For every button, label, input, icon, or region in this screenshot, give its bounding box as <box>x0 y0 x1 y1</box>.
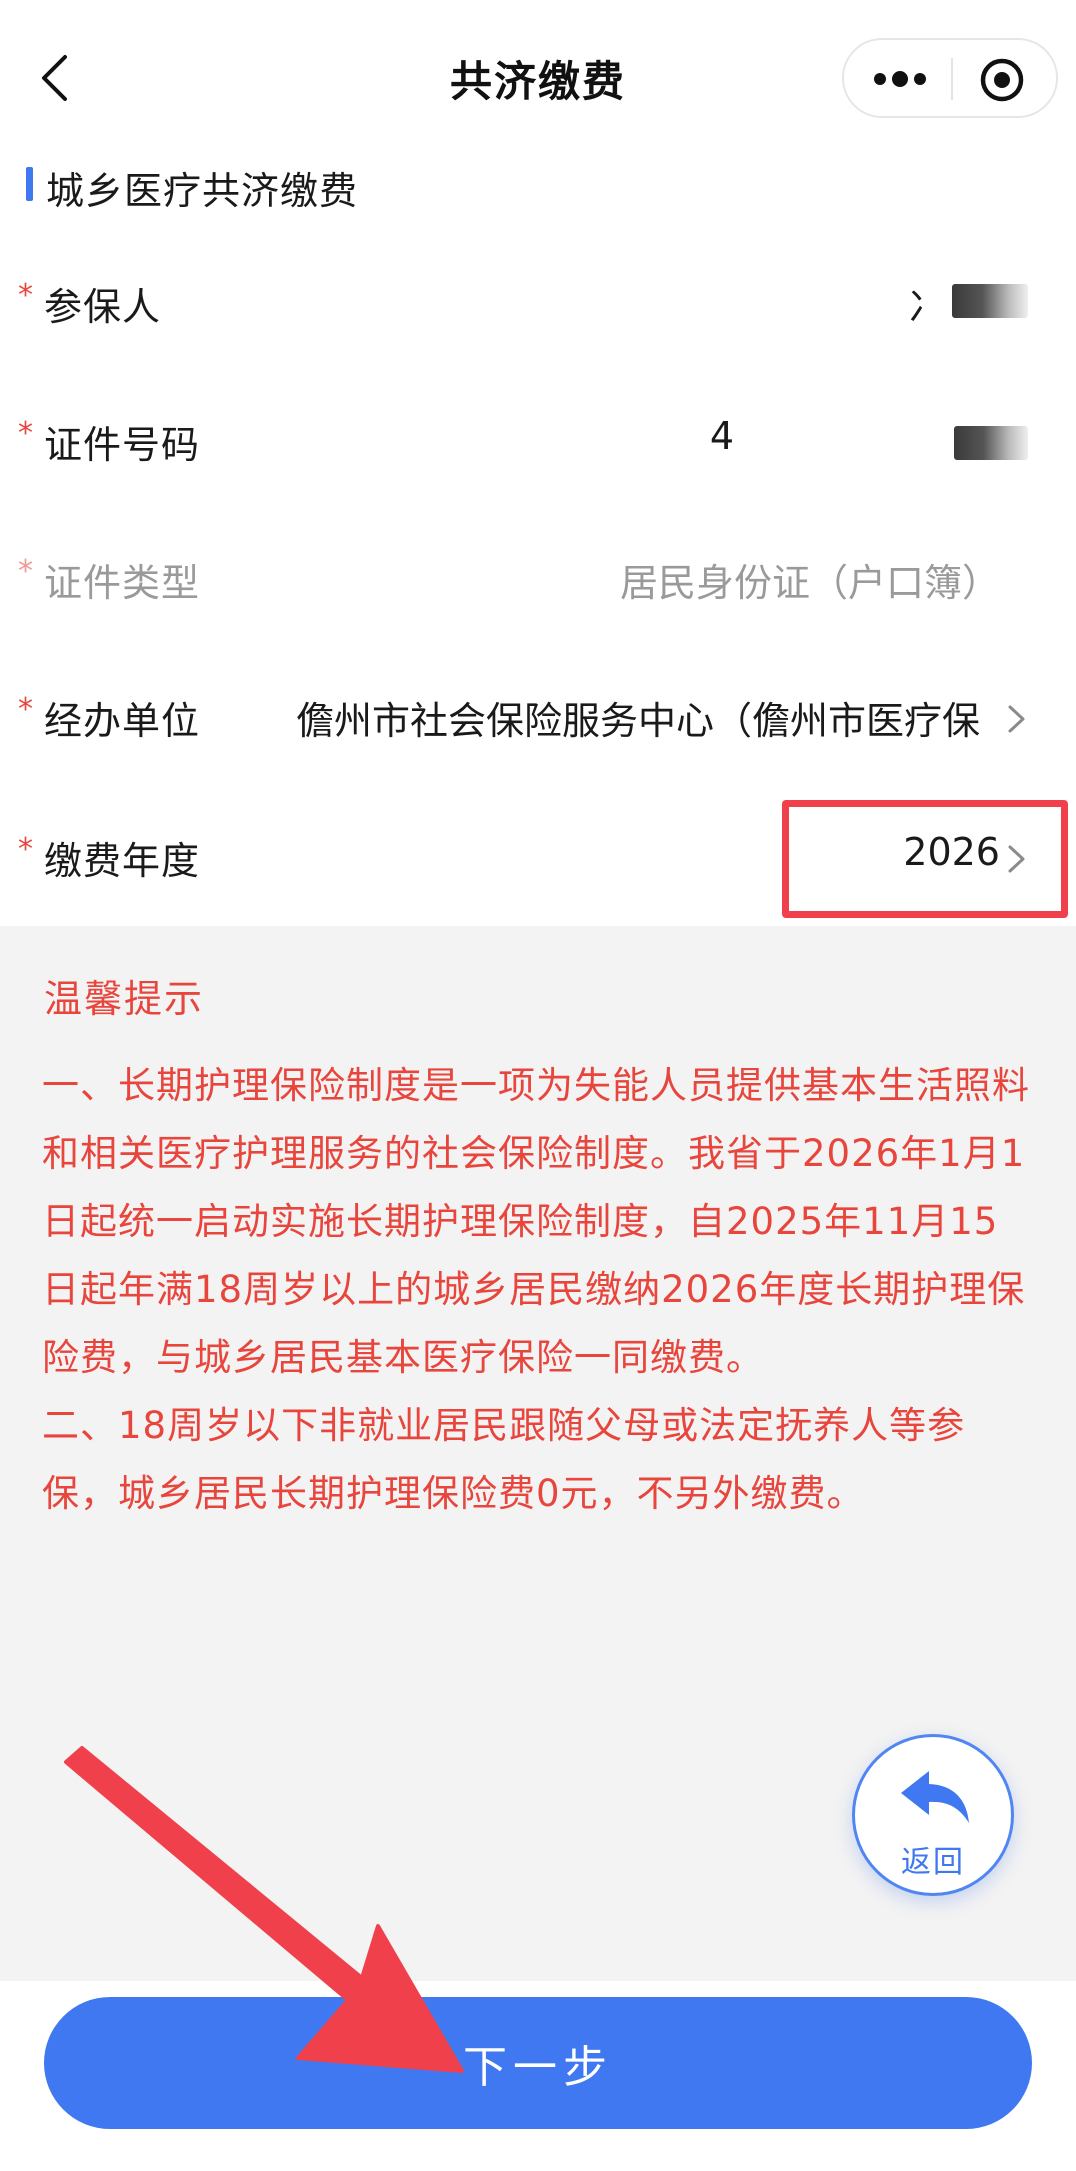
form-row-id-number: * 证件号码 4 <box>0 370 1076 508</box>
id-type-label: 证件类型 <box>44 561 201 605</box>
bottom-bar: 下一步 <box>0 1981 1076 2171</box>
id-number-label: 证件号码 <box>44 423 201 467</box>
section-title: 城乡医疗共济缴费 <box>46 169 359 213</box>
agency-value: 儋州市社会保险服务中心（儋州市医疗保 <box>296 699 981 743</box>
insured-label: 参保人 <box>44 285 162 329</box>
section-accent-bar <box>26 167 33 201</box>
notice-paragraph-1: 一、长期护理保险制度是一项为失能人员提供基本生活照料和相关医疗护理服务的社会保险… <box>42 1064 1030 1379</box>
agency-label: 经办单位 <box>44 699 201 743</box>
notice-paragraph-2: 二、18周岁以下非就业居民跟随父母或法定抚养人等参保，城乡居民长期护理保险费0元… <box>42 1404 966 1515</box>
next-step-button[interactable]: 下一步 <box>44 1997 1032 2129</box>
section-header: 城乡医疗共济缴费 <box>0 150 1076 218</box>
redacted-block <box>952 284 1028 318</box>
chevron-right-icon <box>1008 845 1025 873</box>
return-arrow-icon <box>901 1771 969 1823</box>
close-miniprogram-icon[interactable] <box>978 56 1026 104</box>
required-mark: * <box>18 554 33 589</box>
notice-text: 一、长期护理保险制度是一项为失能人员提供基本生活照料和相关医疗护理服务的社会保险… <box>42 1052 1032 1528</box>
required-mark: * <box>18 416 33 451</box>
return-label: 返回 <box>901 1845 965 1880</box>
id-number-value: 4 <box>709 414 734 458</box>
form-row-insured: * 参保人 冫 <box>0 232 1076 370</box>
redacted-block <box>954 426 1028 460</box>
chevron-right-icon <box>1008 705 1025 733</box>
year-value: 2026 <box>903 830 1000 874</box>
form-row-id-type: * 证件类型 居民身份证（户口簿） <box>0 508 1076 646</box>
year-label: 缴费年度 <box>44 839 201 883</box>
required-mark: * <box>18 832 33 867</box>
required-mark: * <box>18 278 33 313</box>
return-button[interactable]: 返回 <box>852 1734 1014 1896</box>
capsule-divider <box>951 58 953 100</box>
nav-bar: 共济缴费 <box>0 0 1076 150</box>
notice-title: 温馨提示 <box>44 977 205 1021</box>
form-row-agency[interactable]: * 经办单位 儋州市社会保险服务中心（儋州市医疗保 <box>0 646 1076 784</box>
form-row-year[interactable]: * 缴费年度 2026 <box>0 786 1076 924</box>
id-type-value: 居民身份证（户口簿） <box>619 561 1000 605</box>
required-mark: * <box>18 692 33 727</box>
mini-program-capsule <box>842 38 1058 118</box>
more-dots-icon <box>874 71 926 87</box>
more-menu-button[interactable] <box>872 60 928 98</box>
insured-value: 冫 <box>907 285 946 329</box>
